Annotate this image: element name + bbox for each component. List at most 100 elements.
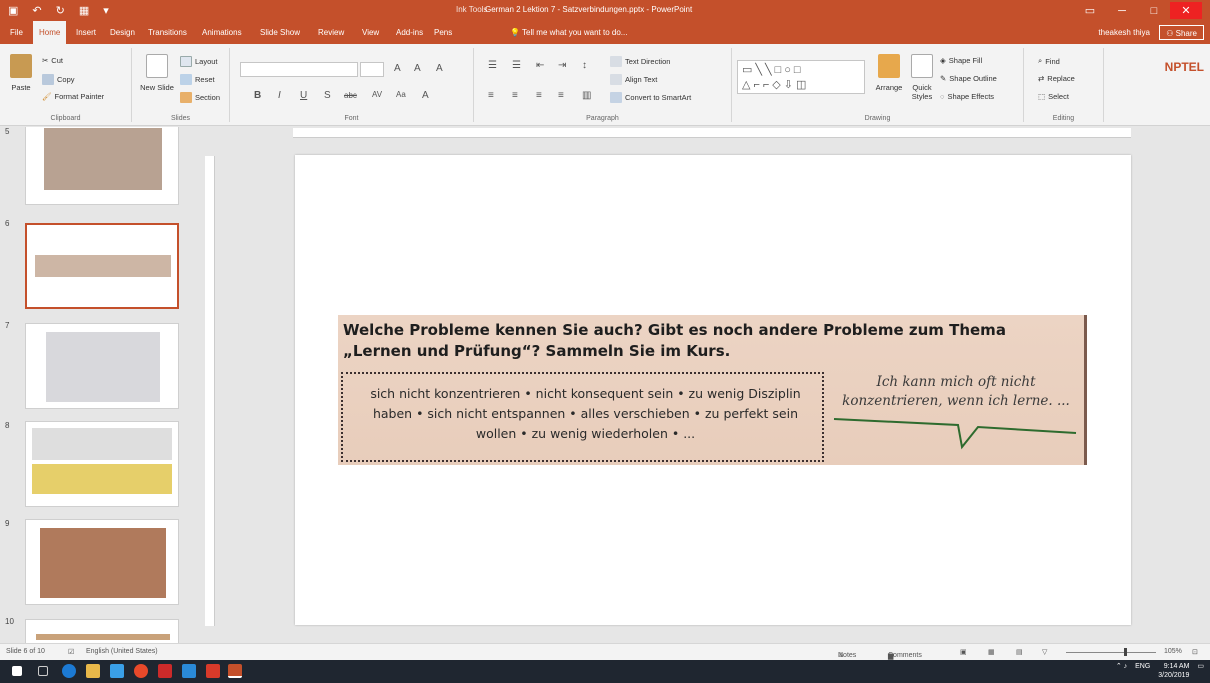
language-status[interactable]: English (United States)	[86, 648, 158, 655]
app-icon[interactable]	[182, 664, 196, 678]
shape-effects-button[interactable]: ◌ Shape Effects	[940, 92, 994, 101]
decrease-indent-icon[interactable]: ⇤	[536, 60, 544, 71]
slide-thumbnail-5[interactable]	[25, 127, 179, 205]
tab-design[interactable]: Design	[104, 21, 141, 44]
tab-home[interactable]: Home	[33, 21, 67, 44]
bold-icon[interactable]: B	[254, 90, 261, 101]
numbering-icon[interactable]: ☰	[512, 60, 521, 71]
align-center-icon[interactable]: ≡	[512, 90, 518, 101]
increase-indent-icon[interactable]: ⇥	[558, 60, 566, 71]
replace-button[interactable]: ⇄ Replace	[1038, 74, 1075, 83]
zoom-level[interactable]: 105%	[1164, 648, 1182, 655]
zoom-slider-thumb[interactable]	[1124, 648, 1127, 656]
copy-button[interactable]: Copy	[42, 74, 75, 85]
bullets-icon[interactable]: ☰	[488, 60, 497, 71]
normal-view-icon[interactable]: ▣	[960, 648, 967, 656]
slide-sorter-icon[interactable]: ▦	[988, 648, 995, 656]
chrome-icon[interactable]	[134, 664, 148, 678]
save-icon[interactable]: ▣	[8, 4, 18, 17]
redo-icon[interactable]: ↻	[56, 4, 65, 17]
ribbon-display-icon[interactable]: ▭	[1074, 2, 1106, 19]
font-size-dropdown[interactable]	[360, 62, 384, 77]
notification-icon[interactable]: ▭	[1197, 663, 1204, 670]
find-button[interactable]: ⌕ Find	[1038, 56, 1060, 66]
fit-to-window-icon[interactable]: ⊡	[1192, 648, 1198, 656]
slide-thumbnail-panel[interactable]: 5 6 7 8 9 10	[0, 127, 200, 643]
share-button[interactable]: ⚇ Share	[1159, 25, 1204, 40]
paste-button[interactable]: Paste	[6, 54, 36, 92]
horizontal-ruler[interactable]	[293, 128, 1131, 138]
text-direction-button[interactable]: Text Direction	[610, 56, 670, 67]
slide-canvas[interactable]: Welche Probleme kennen Sie auch? Gibt es…	[295, 155, 1131, 625]
edge-browser-icon[interactable]	[62, 664, 76, 678]
media-player-icon[interactable]	[110, 664, 124, 678]
vertical-ruler[interactable]	[205, 156, 215, 626]
slide-thumbnail-9[interactable]	[25, 519, 179, 605]
slide-thumbnail-8[interactable]	[25, 421, 179, 507]
tab-animations[interactable]: Animations	[196, 21, 248, 44]
tab-pens[interactable]: Pens	[428, 21, 458, 44]
windows-start-icon[interactable]	[12, 666, 22, 676]
increase-font-size-icon[interactable]: A	[394, 63, 401, 74]
start-from-beginning-icon[interactable]: ▦	[79, 4, 89, 17]
spell-check-icon[interactable]: ☑	[68, 648, 74, 656]
layout-button[interactable]: Layout	[180, 56, 218, 67]
reading-view-icon[interactable]: ▤	[1016, 648, 1023, 656]
font-name-dropdown[interactable]	[240, 62, 358, 77]
shadow-icon[interactable]: S	[324, 90, 331, 101]
new-slide-button[interactable]: New Slide	[140, 54, 174, 92]
undo-icon[interactable]: ↶	[32, 4, 41, 17]
slide-thumbnail-6[interactable]	[25, 223, 179, 309]
tab-add-ins[interactable]: Add-ins	[390, 21, 429, 44]
cut-button[interactable]: ✂ Cut	[42, 56, 63, 65]
clear-formatting-icon[interactable]: A	[436, 63, 443, 74]
font-color-icon[interactable]: A	[422, 90, 429, 101]
tab-insert[interactable]: Insert	[70, 21, 102, 44]
task-view-icon[interactable]	[38, 666, 48, 676]
decrease-font-size-icon[interactable]: A	[414, 63, 421, 74]
shape-outline-button[interactable]: ✎ Shape Outline	[940, 74, 997, 83]
minimize-icon[interactable]: ─	[1106, 2, 1138, 19]
slideshow-icon[interactable]: ▽	[1042, 648, 1047, 656]
strikethrough-icon[interactable]: abc	[344, 91, 357, 100]
tab-file[interactable]: File	[4, 21, 29, 44]
align-text-button[interactable]: Align Text	[610, 74, 657, 85]
shapes-gallery[interactable]: ▭╲╲□○□ △⌐⌐◇⇩◫	[737, 60, 865, 94]
tab-slide-show[interactable]: Slide Show	[254, 21, 306, 44]
zoom-slider[interactable]	[1066, 652, 1156, 653]
scanned-textbook-image[interactable]: Welche Probleme kennen Sie auch? Gibt es…	[338, 315, 1087, 465]
quick-styles-button[interactable]: Quick Styles	[908, 54, 936, 101]
columns-icon[interactable]: ▥	[582, 90, 591, 101]
input-language[interactable]: ENG	[1135, 663, 1150, 670]
line-spacing-icon[interactable]: ↕	[582, 60, 587, 71]
character-spacing-icon[interactable]: AV	[372, 90, 382, 99]
tab-review[interactable]: Review	[312, 21, 350, 44]
underline-icon[interactable]: U	[300, 90, 307, 101]
app-icon[interactable]	[206, 664, 220, 678]
section-button[interactable]: Section	[180, 92, 220, 103]
slide-thumbnail-10[interactable]	[25, 619, 179, 643]
align-left-icon[interactable]: ≡	[488, 90, 494, 101]
tab-view[interactable]: View	[356, 21, 385, 44]
tell-me-box[interactable]: 💡 Tell me what you want to do...	[510, 21, 627, 44]
change-case-icon[interactable]: Aa	[396, 90, 406, 99]
tab-transitions[interactable]: Transitions	[142, 21, 193, 44]
close-icon[interactable]: ✕	[1170, 2, 1202, 19]
maximize-icon[interactable]: □	[1138, 2, 1170, 19]
clock-date[interactable]: 3/20/2019	[1158, 671, 1189, 680]
format-painter-button[interactable]: 🖌 Format Painter	[42, 92, 104, 101]
file-explorer-icon[interactable]	[86, 664, 100, 678]
user-name[interactable]: theakesh thiya	[1098, 21, 1150, 44]
align-right-icon[interactable]: ≡	[536, 90, 542, 101]
slide-thumbnail-7[interactable]	[25, 323, 179, 409]
powerpoint-icon[interactable]	[228, 664, 242, 678]
italic-icon[interactable]: I	[278, 90, 281, 101]
convert-smartart-button[interactable]: Convert to SmartArt	[610, 92, 691, 103]
shape-fill-button[interactable]: ◈ Shape Fill	[940, 56, 982, 65]
justify-icon[interactable]: ≡	[558, 90, 564, 101]
app-icon[interactable]	[158, 664, 172, 678]
clock-time[interactable]: 9:14 AM	[1158, 662, 1190, 671]
reset-button[interactable]: Reset	[180, 74, 215, 85]
customize-qat-icon[interactable]: ▾	[103, 4, 109, 17]
select-button[interactable]: ⬚ Select	[1038, 92, 1069, 101]
